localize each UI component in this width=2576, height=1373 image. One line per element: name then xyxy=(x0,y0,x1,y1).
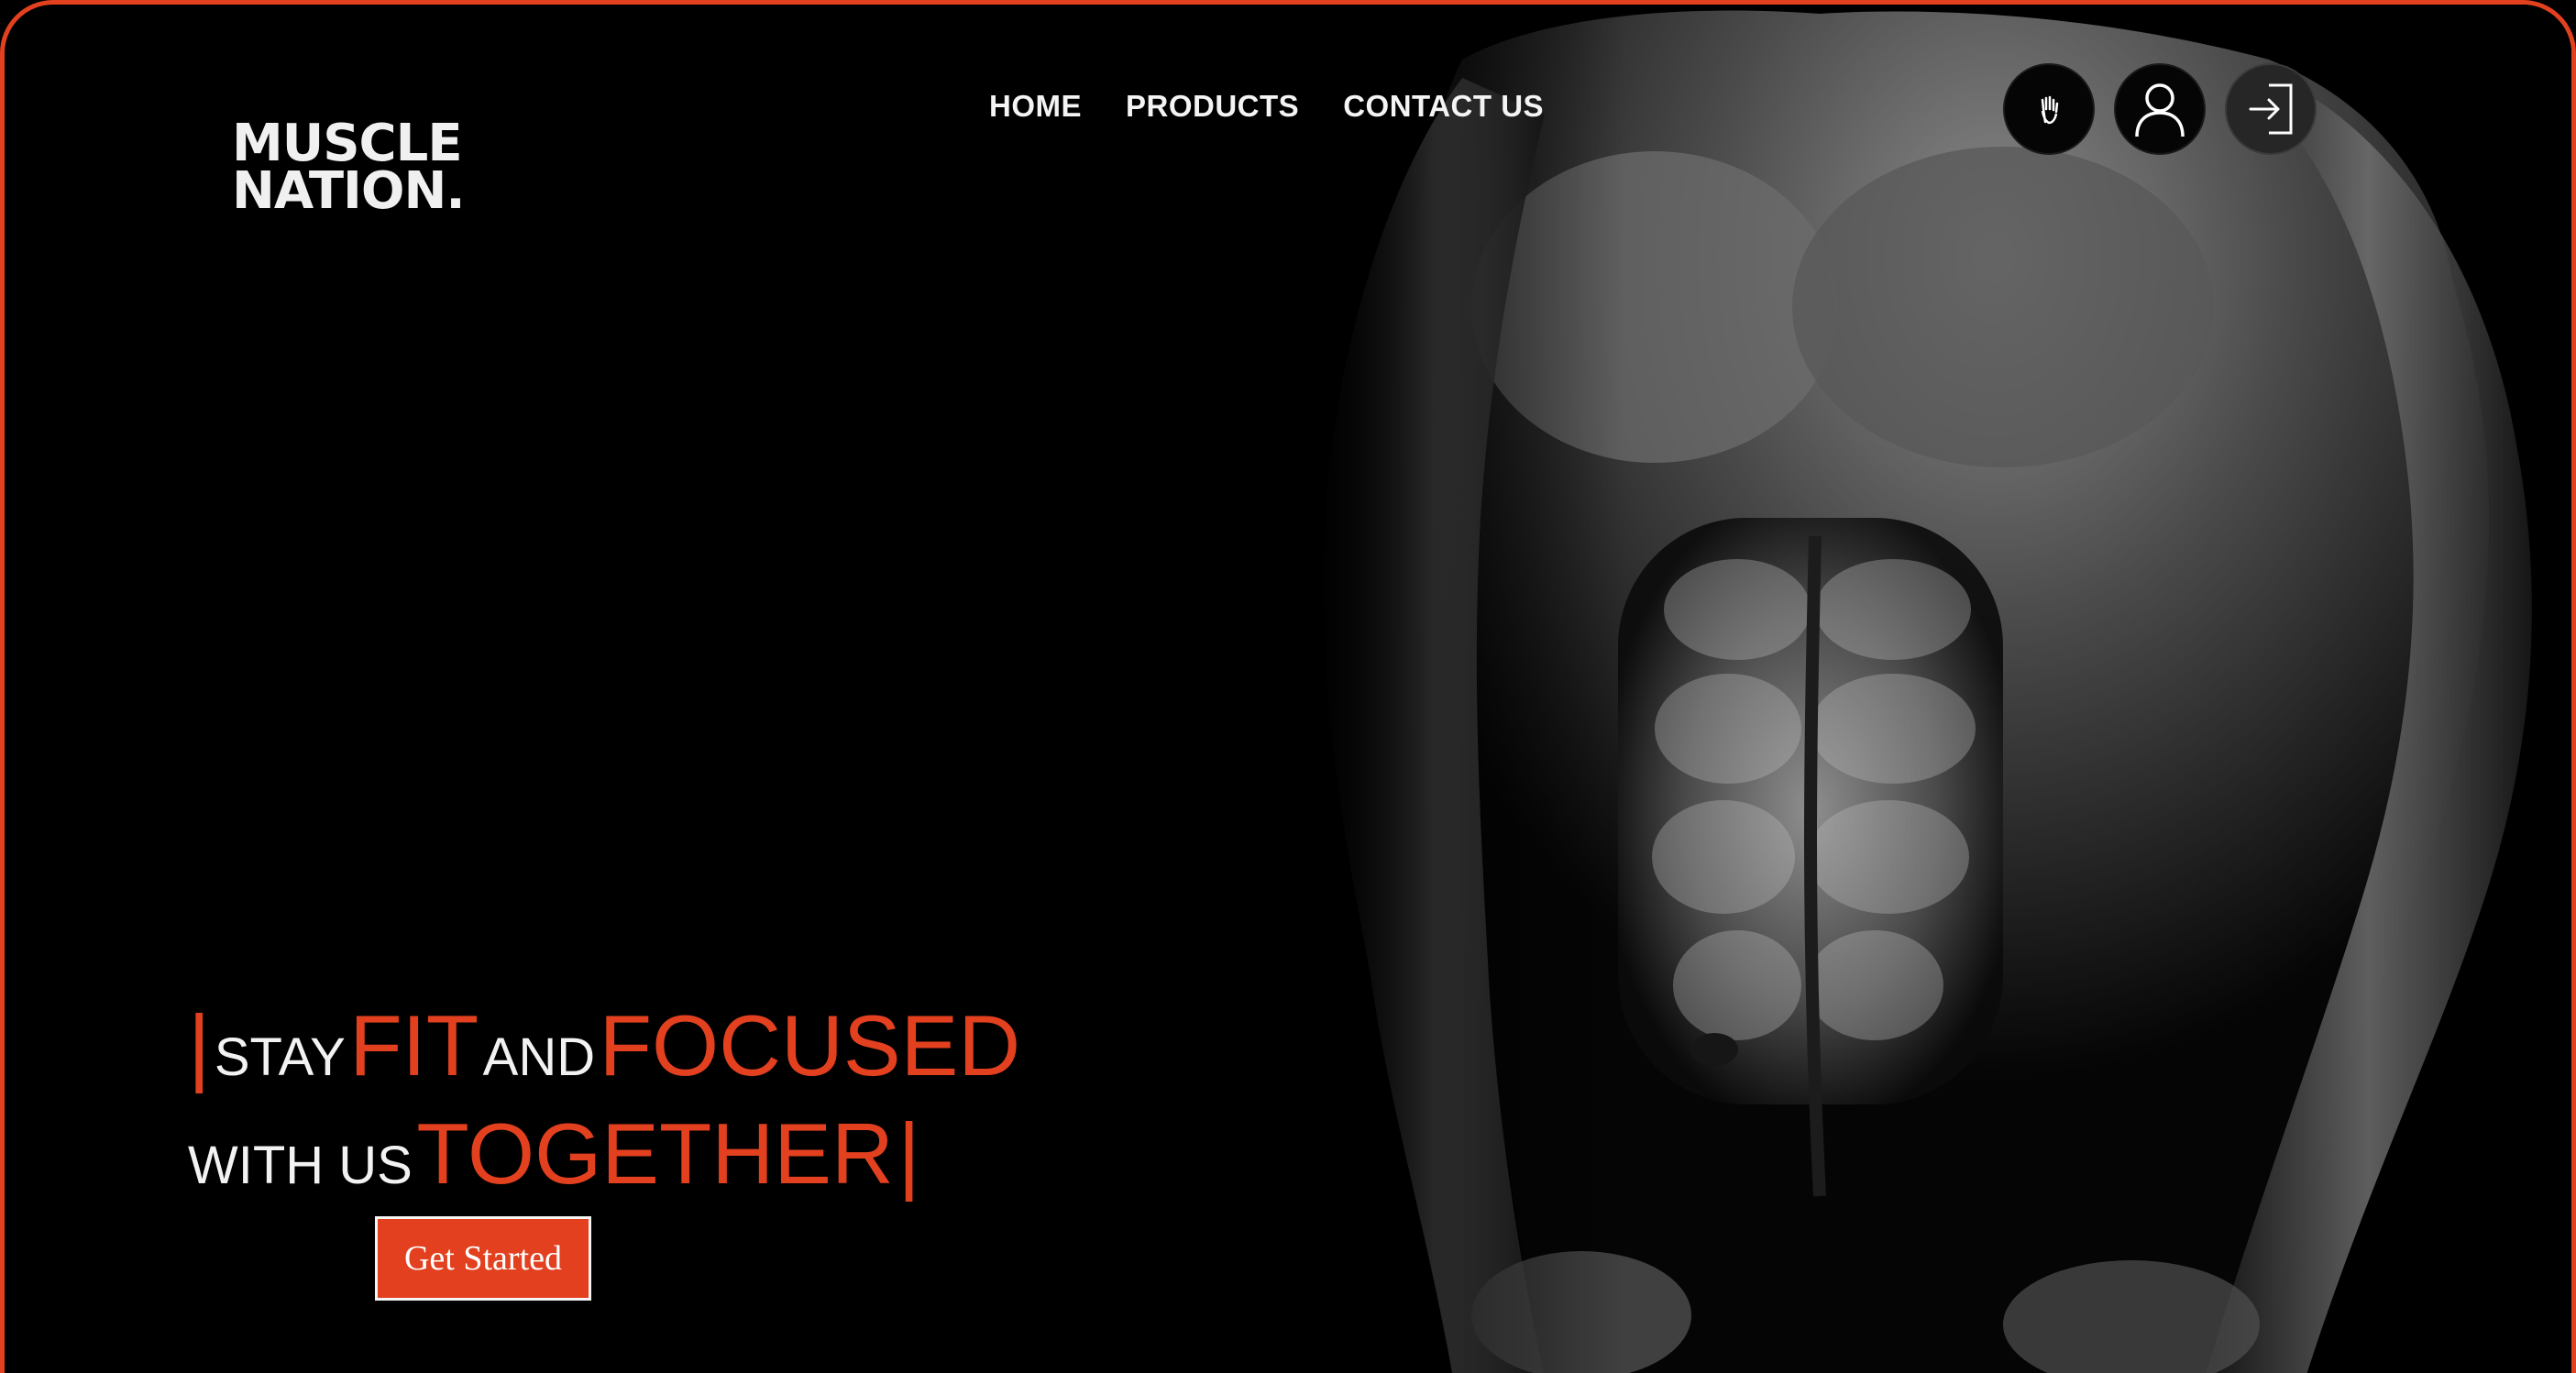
hero-word-with-us: WITH US xyxy=(188,1136,413,1195)
page-frame: MUSCLE NATION. HOME PRODUCTS CONTACT US xyxy=(0,0,2576,1373)
brand-logo[interactable]: MUSCLE NATION. xyxy=(232,118,466,221)
login-icon-button[interactable] xyxy=(2225,63,2317,155)
hero-bar-right: | xyxy=(897,1105,920,1202)
hero-headline-line2: WITH US TOGETHER | xyxy=(188,1104,1020,1213)
get-started-button[interactable]: Get Started xyxy=(375,1216,591,1301)
login-icon xyxy=(2249,83,2293,135)
nav-contact-link[interactable]: CONTACT US xyxy=(1343,89,1544,124)
hero-headline-line1: | STAY FIT AND FOCUSED xyxy=(188,996,1020,1104)
hero-bar-left: | xyxy=(188,997,211,1093)
nav-home-link[interactable]: HOME xyxy=(989,89,1082,124)
hero-headline: | STAY FIT AND FOCUSED WITH US TOGETHER … xyxy=(188,996,1020,1213)
user-icon xyxy=(2135,83,2185,137)
brand-logo-line2: NATION. xyxy=(232,161,466,221)
hero-word-and: AND xyxy=(482,1027,596,1087)
header-icon-group xyxy=(2003,63,2317,155)
user-icon-button[interactable] xyxy=(2114,63,2206,155)
nav-products-link[interactable]: PRODUCTS xyxy=(1126,89,1299,124)
hero-word-focused: FOCUSED xyxy=(599,997,1021,1093)
hero-word-together: TOGETHER xyxy=(416,1105,894,1202)
hero-word-stay: STAY xyxy=(214,1027,346,1087)
hand-icon-button[interactable] xyxy=(2003,63,2095,155)
main-nav: HOME PRODUCTS CONTACT US xyxy=(989,89,1544,124)
hand-icon xyxy=(2041,95,2059,125)
hero-torso-image xyxy=(1306,5,2571,1373)
hero-word-fit: FIT xyxy=(349,997,479,1093)
